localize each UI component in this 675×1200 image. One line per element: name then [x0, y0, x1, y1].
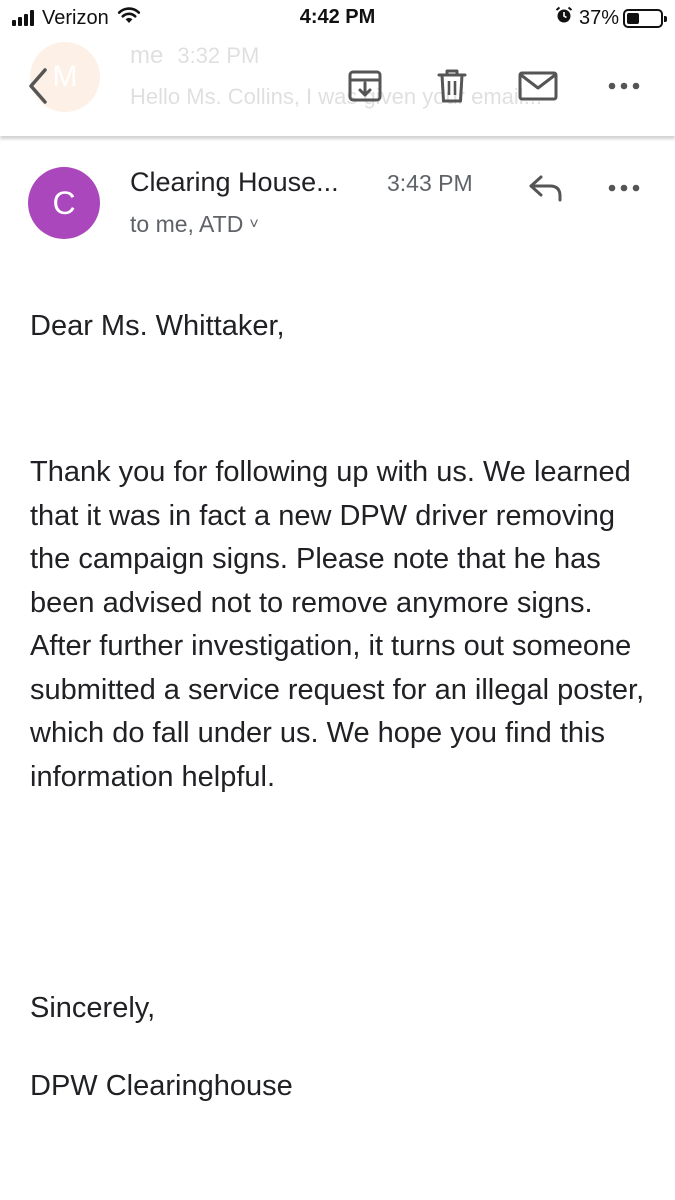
message-time: 3:43 PM: [387, 170, 473, 196]
message-more-icon[interactable]: [606, 180, 642, 196]
previous-message-preview[interactable]: M me 3:32 PM Hello Ms. Collins, I was giv…: [0, 36, 675, 136]
battery-percent: 37%: [578, 6, 619, 29]
alarm-icon: [555, 6, 573, 30]
previous-message-time: 3:32 PM: [177, 43, 260, 68]
message-signature: DPW Clearinghouse: [30, 1070, 293, 1102]
back-icon[interactable]: [20, 66, 60, 106]
battery-nub: [664, 15, 667, 22]
top-toolbar: M me 3:32 PM Hello Ms. Collins, I was giv…: [0, 36, 675, 136]
status-right: 37%: [555, 6, 667, 30]
sender-avatar[interactable]: C: [28, 167, 100, 239]
previous-sender-name: me: [130, 42, 164, 69]
delete-icon[interactable]: [432, 66, 472, 106]
chevron-down-icon: ˅: [249, 216, 259, 233]
recipients-label: to me, ATD: [130, 211, 244, 237]
sender-name[interactable]: Clearing House...: [130, 167, 339, 198]
battery-icon: [623, 8, 667, 28]
previous-message-sender: me 3:32 PM: [130, 42, 259, 70]
previous-message-snippet: Hello Ms. Collins, I was given your emai…: [130, 84, 543, 109]
message-greeting: Dear Ms. Whittaker,: [30, 310, 285, 342]
battery-fill: [627, 12, 639, 24]
status-bar: Verizon 4:42 PM 37%: [0, 0, 675, 36]
message-body: Thank you for following up with us. We l…: [30, 456, 645, 793]
recipients-toggle[interactable]: to me, ATD ˅: [130, 211, 259, 238]
archive-icon[interactable]: [345, 66, 385, 106]
message-signoff: Sincerely,: [30, 992, 156, 1024]
reply-icon[interactable]: [526, 170, 566, 206]
more-icon[interactable]: [604, 66, 644, 106]
mark-unread-icon[interactable]: [518, 66, 558, 106]
